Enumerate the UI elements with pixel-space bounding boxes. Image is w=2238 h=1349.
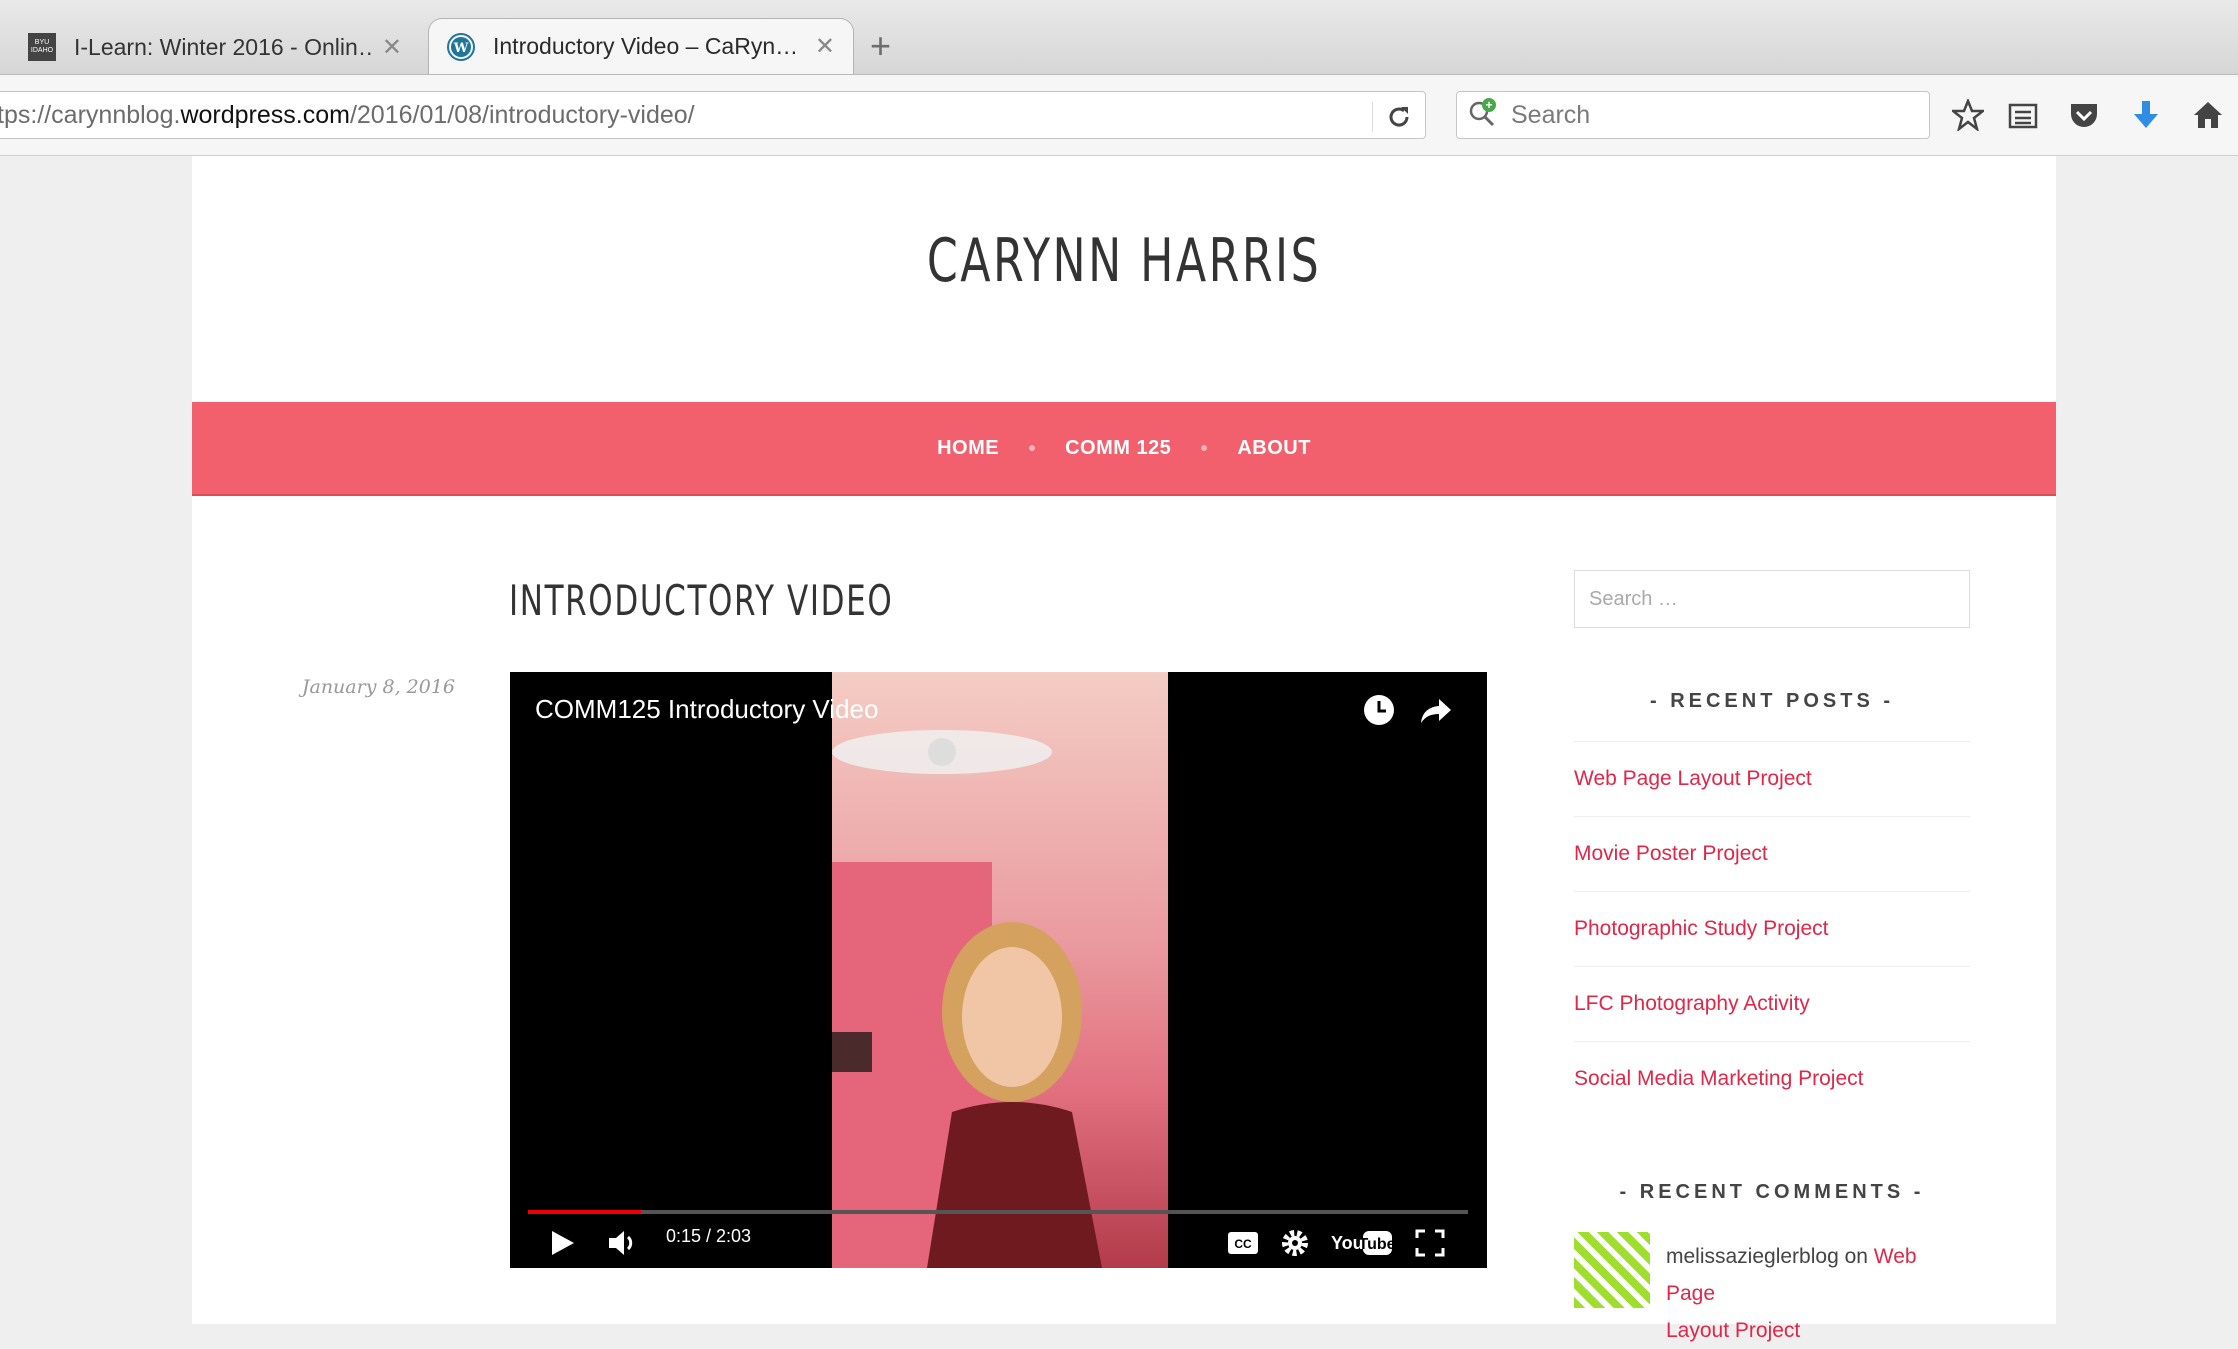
site-title[interactable]: CARYNN HARRIS bbox=[360, 226, 1888, 296]
sidebar-search-input[interactable]: Search … bbox=[1574, 570, 1970, 628]
close-tab-icon[interactable]: ✕ bbox=[382, 33, 402, 62]
recent-comment: melissazieglerblog on Web Page Layout Pr… bbox=[1574, 1232, 1970, 1342]
video-progress-bar[interactable] bbox=[528, 1210, 1468, 1214]
nav-separator bbox=[1201, 445, 1208, 451]
video-title[interactable]: COMM125 Introductory Video bbox=[535, 694, 878, 725]
avatar[interactable] bbox=[1574, 1232, 1650, 1308]
video-frame bbox=[832, 672, 1168, 1268]
comment-post-link-2[interactable]: Layout Project bbox=[1666, 1319, 1800, 1342]
recent-post-link[interactable]: Movie Poster Project bbox=[1574, 816, 1970, 891]
svg-text:W: W bbox=[453, 41, 469, 56]
recent-posts-heading: - RECENT POSTS - bbox=[1649, 690, 1894, 712]
recent-post-link[interactable]: LFC Photography Activity bbox=[1574, 966, 1970, 1041]
post-date[interactable]: January 8, 2016 bbox=[192, 676, 455, 698]
nav-comm-125[interactable]: COMM 125 bbox=[1065, 437, 1171, 460]
main-navigation: HOME COMM 125 ABOUT bbox=[192, 402, 2056, 496]
close-tab-icon[interactable]: ✕ bbox=[815, 32, 835, 61]
reload-icon[interactable] bbox=[1372, 102, 1425, 132]
pocket-icon[interactable] bbox=[2066, 97, 2102, 133]
video-time: 0:15 / 2:03 bbox=[666, 1226, 752, 1246]
post-title: INTRODUCTORY VIDEO bbox=[509, 576, 894, 625]
nav-separator bbox=[1029, 445, 1036, 451]
url-domain: wordpress.com bbox=[180, 101, 350, 129]
recent-post-link[interactable]: Web Page Layout Project bbox=[1574, 741, 1970, 816]
video-scene bbox=[832, 730, 1102, 1268]
tab-ilearn[interactable]: BYU IDAHO I-Learn: Winter 2016 - Onlin… … bbox=[10, 20, 420, 74]
recent-post-link[interactable]: Photographic Study Project bbox=[1574, 891, 1970, 966]
captions-icon[interactable]: CC bbox=[1226, 1229, 1260, 1257]
recent-comments-heading: - RECENT COMMENTS - bbox=[1619, 1181, 1925, 1203]
home-icon[interactable] bbox=[2190, 97, 2226, 133]
url-bar[interactable]: tps://carynnblog.wordpress.com/2016/01/0… bbox=[0, 91, 1426, 139]
tab-title: Introductory Video – CaRyn… bbox=[493, 33, 799, 59]
youtube-logo-icon[interactable]: You Tube bbox=[1330, 1228, 1394, 1258]
search-placeholder: Search bbox=[1511, 100, 1591, 129]
comment-text: melissazieglerblog on Web Page Layout Pr… bbox=[1666, 1238, 1966, 1349]
youtube-video-player[interactable]: COMM125 Introductory Video 0:15 / 2:03 C… bbox=[510, 672, 1487, 1268]
video-progress-fill bbox=[528, 1210, 641, 1214]
nav-about[interactable]: ABOUT bbox=[1237, 437, 1311, 460]
recent-posts-list: Web Page Layout Project Movie Poster Pro… bbox=[1574, 741, 1970, 1116]
nav-toolbar: tps://carynnblog.wordpress.com/2016/01/0… bbox=[0, 75, 2238, 156]
tab-bar: BYU IDAHO I-Learn: Winter 2016 - Onlin… … bbox=[0, 0, 2238, 75]
download-icon[interactable] bbox=[2128, 97, 2164, 133]
byu-favicon-text: BYU IDAHO bbox=[30, 39, 54, 54]
bookmarks-list-icon[interactable] bbox=[2005, 97, 2041, 133]
watch-later-icon[interactable] bbox=[1361, 692, 1397, 728]
tab-introductory-video[interactable]: W Introductory Video – CaRyn… ✕ bbox=[428, 18, 854, 74]
search-bar[interactable]: + Search bbox=[1456, 91, 1930, 139]
play-icon[interactable] bbox=[548, 1228, 578, 1258]
settings-gear-icon[interactable] bbox=[1278, 1226, 1312, 1260]
byu-favicon-icon: BYU IDAHO bbox=[28, 33, 56, 61]
bookmark-star-icon[interactable] bbox=[1950, 97, 1986, 133]
web-page: CARYNN HARRIS HOME COMM 125 ABOUT INTROD… bbox=[192, 156, 2056, 1342]
volume-icon[interactable] bbox=[606, 1228, 640, 1258]
wordpress-icon: W bbox=[447, 32, 475, 61]
url-prefix: tps://carynnblog. bbox=[0, 101, 181, 129]
comment-author[interactable]: melissazieglerblog bbox=[1666, 1245, 1839, 1268]
comment-on: on bbox=[1844, 1245, 1868, 1268]
fullscreen-icon[interactable] bbox=[1414, 1228, 1446, 1258]
svg-text:CC: CC bbox=[1234, 1237, 1252, 1251]
share-icon[interactable] bbox=[1418, 692, 1454, 728]
search-engine-icon[interactable]: + bbox=[1467, 97, 1499, 134]
svg-text:Tube: Tube bbox=[1358, 1236, 1393, 1253]
svg-text:+: + bbox=[1485, 98, 1492, 112]
tab-title: I-Learn: Winter 2016 - Onlin… bbox=[74, 33, 372, 60]
recent-post-link[interactable]: Social Media Marketing Project bbox=[1574, 1041, 1970, 1116]
new-tab-icon[interactable]: + bbox=[870, 28, 891, 64]
nav-home[interactable]: HOME bbox=[937, 437, 999, 460]
url-path: /2016/01/08/introductory-video/ bbox=[349, 101, 695, 129]
